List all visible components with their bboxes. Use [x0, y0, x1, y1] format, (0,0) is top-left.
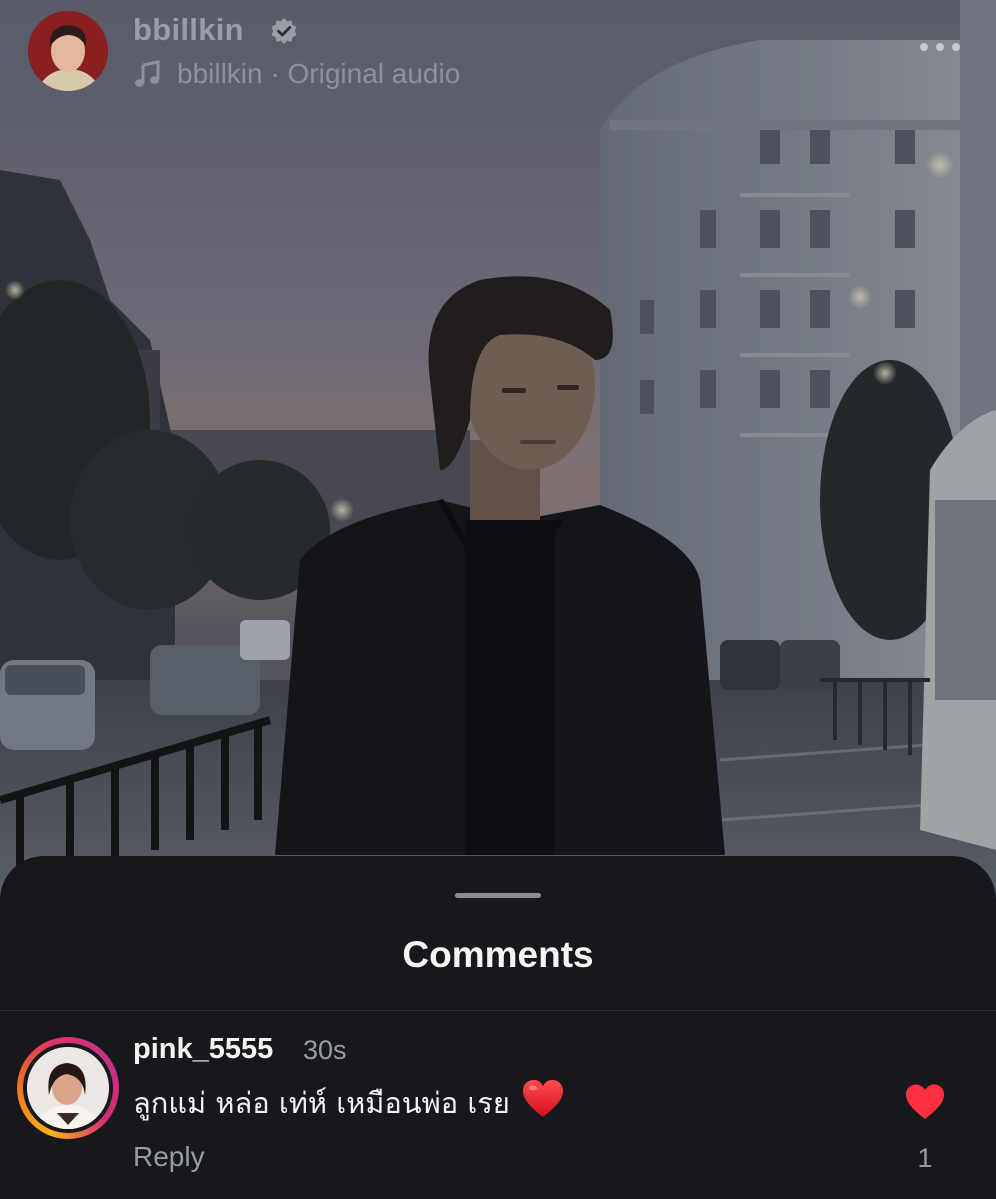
comment-item: pink_5555 30s ลูกแม่ หล่อ เท่ห์ เหมือนพ่…: [0, 1031, 996, 1191]
more-options-icon[interactable]: [918, 38, 962, 56]
author-username[interactable]: bbillkin: [133, 12, 244, 48]
author-avatar-image: [28, 11, 108, 91]
music-note-icon: [135, 60, 160, 87]
comments-title: Comments: [402, 934, 594, 975]
commenter-avatar-image: [27, 1047, 109, 1129]
reel-screen: bbillkin bbillkin · Original audio Comme…: [0, 0, 996, 1199]
author-avatar[interactable]: [28, 11, 108, 91]
comments-sheet: Comments pink_5555 30s ลูกแม่ หล่อ เท่ห์…: [0, 856, 996, 1199]
reel-header: bbillkin bbillkin · Original audio: [0, 0, 996, 100]
like-count: 1: [917, 1143, 933, 1173]
commenter-username[interactable]: pink_5555: [133, 1033, 273, 1066]
audio-author: bbillkin: [177, 58, 263, 89]
audio-title: Original audio: [287, 58, 461, 89]
comment-timestamp: 30s: [303, 1035, 347, 1065]
audio-attribution[interactable]: bbillkin · Original audio: [177, 58, 460, 90]
audio-separator: ·: [270, 58, 280, 89]
heart-like-icon[interactable]: [905, 1084, 945, 1120]
video-dim-overlay: [0, 0, 996, 900]
verified-badge-icon: [271, 18, 297, 44]
reply-button[interactable]: Reply: [133, 1141, 205, 1173]
sheet-drag-handle[interactable]: [455, 893, 541, 898]
commenter-avatar: [23, 1043, 113, 1133]
comment-body: ลูกแม่ หล่อ เท่ห์ เหมือนพ่อ เรย: [133, 1079, 564, 1126]
comment-text: ลูกแม่ หล่อ เท่ห์ เหมือนพ่อ เรย: [133, 1086, 510, 1120]
sheet-divider: [0, 1010, 996, 1011]
red-heart-emoji-icon: [522, 1080, 563, 1117]
story-ring[interactable]: [17, 1037, 119, 1139]
